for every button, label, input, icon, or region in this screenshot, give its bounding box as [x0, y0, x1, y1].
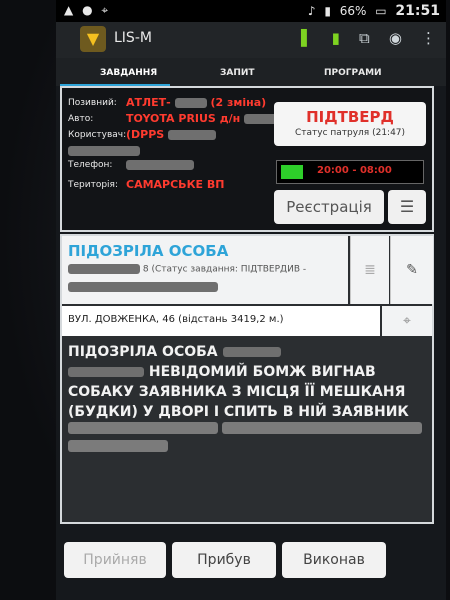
desc-line: НЕВІДОМИЙ БОМЖ ВИГНАВ: [68, 362, 418, 382]
auto-text: TOYOTA PRIUS д/н: [126, 112, 241, 125]
list-icon: ≣: [364, 262, 376, 278]
battery-charging-icon[interactable]: ▮: [332, 29, 340, 47]
task-address[interactable]: ВУЛ. ДОВЖЕНКА, 46 (відстань 3419,2 м.): [62, 306, 380, 336]
map-icon: ⌖: [403, 313, 411, 329]
auto-label: Авто:: [68, 114, 94, 124]
task-status-line: 8 (Статус завдання: ПІДТВЕРДИВ -: [68, 264, 306, 275]
notification-icon: ▲: [64, 3, 74, 17]
screen-capture-icon[interactable]: ⧉: [359, 29, 370, 47]
hamburger-icon: ☰: [399, 197, 415, 216]
redacted-block: [222, 422, 422, 434]
redacted-block: [68, 367, 144, 377]
territory-value: САМАРСЬКЕ ВП: [126, 178, 225, 191]
eye-icon[interactable]: ◉: [389, 29, 402, 47]
redacted-block: [68, 146, 140, 156]
callsign-text: АТЛЕТ-: [126, 96, 171, 109]
tab-request[interactable]: ЗАПИТ: [220, 68, 255, 78]
user-text: (DPPS: [126, 128, 165, 141]
edit-icon: ✎: [406, 262, 418, 278]
app-title: LIS-M: [114, 30, 152, 46]
completed-button[interactable]: Виконав: [282, 542, 386, 578]
notification-icons: ▲ ● ⌖: [64, 3, 113, 18]
fox-icon: ▼: [86, 29, 100, 48]
task-panel: ПІДОЗРІЛА ОСОБА 8 (Статус завдання: ПІДТ…: [60, 234, 434, 524]
auto-value: TOYOTA PRIUS д/н: [126, 112, 279, 125]
redacted-block: [168, 130, 217, 140]
clock: 21:51: [395, 3, 440, 19]
action-bar-icons: ▌ ▮ ⧉ ◉ ⋮: [287, 28, 436, 47]
redacted-block: [68, 440, 168, 452]
patrol-status-subtitle: Статус патруля (21:47): [294, 128, 406, 138]
shift-indicator: 20:00 - 08:00: [276, 160, 424, 184]
patrol-status-title: ПІДТВЕРД: [306, 108, 394, 126]
callsign-value: АТЛЕТ- (2 зміна): [126, 96, 266, 109]
overflow-menu-icon[interactable]: ⋮: [421, 29, 436, 47]
callsign-label: Позивний:: [68, 98, 117, 108]
location-pin-icon: ⌖: [101, 3, 109, 17]
battery-icon: ▭: [375, 4, 387, 18]
tab-bar: ЗАВДАННЯ ЗАПИТ ПРОГРАМИ: [56, 58, 446, 86]
redacted-block: [126, 160, 194, 170]
shift-active-marker: [281, 165, 303, 179]
registration-button[interactable]: Реєстрація: [274, 190, 384, 224]
callsign-shift: (2 зміна): [210, 96, 267, 109]
task-status-text: 8 (Статус завдання: ПІДТВЕРДИВ -: [142, 264, 307, 275]
accepted-button[interactable]: Прийняв: [64, 542, 166, 578]
desc-line: СОБАКУ ЗАЯВНИКА З МІСЦЯ ЇЇ МЕШКАНЯ: [68, 384, 406, 400]
task-details-button[interactable]: ≣: [350, 236, 389, 304]
shift-time-range: 20:00 - 08:00: [317, 165, 392, 176]
tab-tasks[interactable]: ЗАВДАННЯ: [100, 68, 157, 78]
redacted-block: [68, 422, 218, 434]
desc-line: (БУДКИ) У ДВОРІ І СПИТЬ В НІЙ Заявник: [68, 404, 409, 420]
redacted-block: [68, 264, 140, 274]
map-button[interactable]: ⌖: [382, 306, 432, 336]
battery-percentage: 66%: [339, 4, 367, 18]
redacted-block: [68, 282, 218, 292]
mute-icon: ♪: [307, 4, 316, 18]
system-status: ♪ ▮ 66% ▭ 21:51: [308, 3, 440, 19]
menu-button[interactable]: ☰: [388, 190, 426, 224]
user-value: (DPPS: [126, 128, 217, 141]
status-bar: ▲ ● ⌖ ♪ ▮ 66% ▭ 21:51: [56, 0, 446, 22]
phone-label: Телефон:: [68, 160, 113, 170]
task-description: ПІДОЗРІЛА ОСОБА НЕВІДОМИЙ БОМЖ ВИГНАВ СО…: [68, 342, 418, 422]
task-edit-button[interactable]: ✎: [390, 236, 433, 304]
territory-label: Територія:: [68, 180, 119, 190]
task-header: ПІДОЗРІЛА ОСОБА 8 (Статус завдання: ПІДТ…: [62, 236, 348, 304]
location-icon: ●: [82, 3, 93, 17]
redacted-block: [222, 347, 281, 357]
tab-programs[interactable]: ПРОГРАМИ: [324, 68, 382, 78]
arrived-button[interactable]: Прибув: [172, 542, 276, 578]
signal-icon: ▮: [324, 4, 331, 18]
action-bar: ▼ LIS-M ▌ ▮ ⧉ ◉ ⋮: [56, 22, 446, 58]
redacted-block: [174, 98, 207, 108]
redacted-block: [244, 114, 279, 124]
patrol-status-button[interactable]: ПІДТВЕРД Статус патруля (21:47): [274, 102, 426, 146]
user-label: Користувач:: [68, 130, 127, 140]
task-type: ПІДОЗРІЛА ОСОБА: [68, 242, 229, 260]
app-logo[interactable]: ▼: [80, 26, 106, 52]
desc-line: ПІДОЗРІЛА ОСОБА: [68, 342, 418, 362]
task-address-text: ВУЛ. ДОВЖЕНКА, 46 (відстань 3419,2 м.): [68, 314, 284, 325]
signal-bars-icon[interactable]: ▌: [301, 29, 313, 47]
